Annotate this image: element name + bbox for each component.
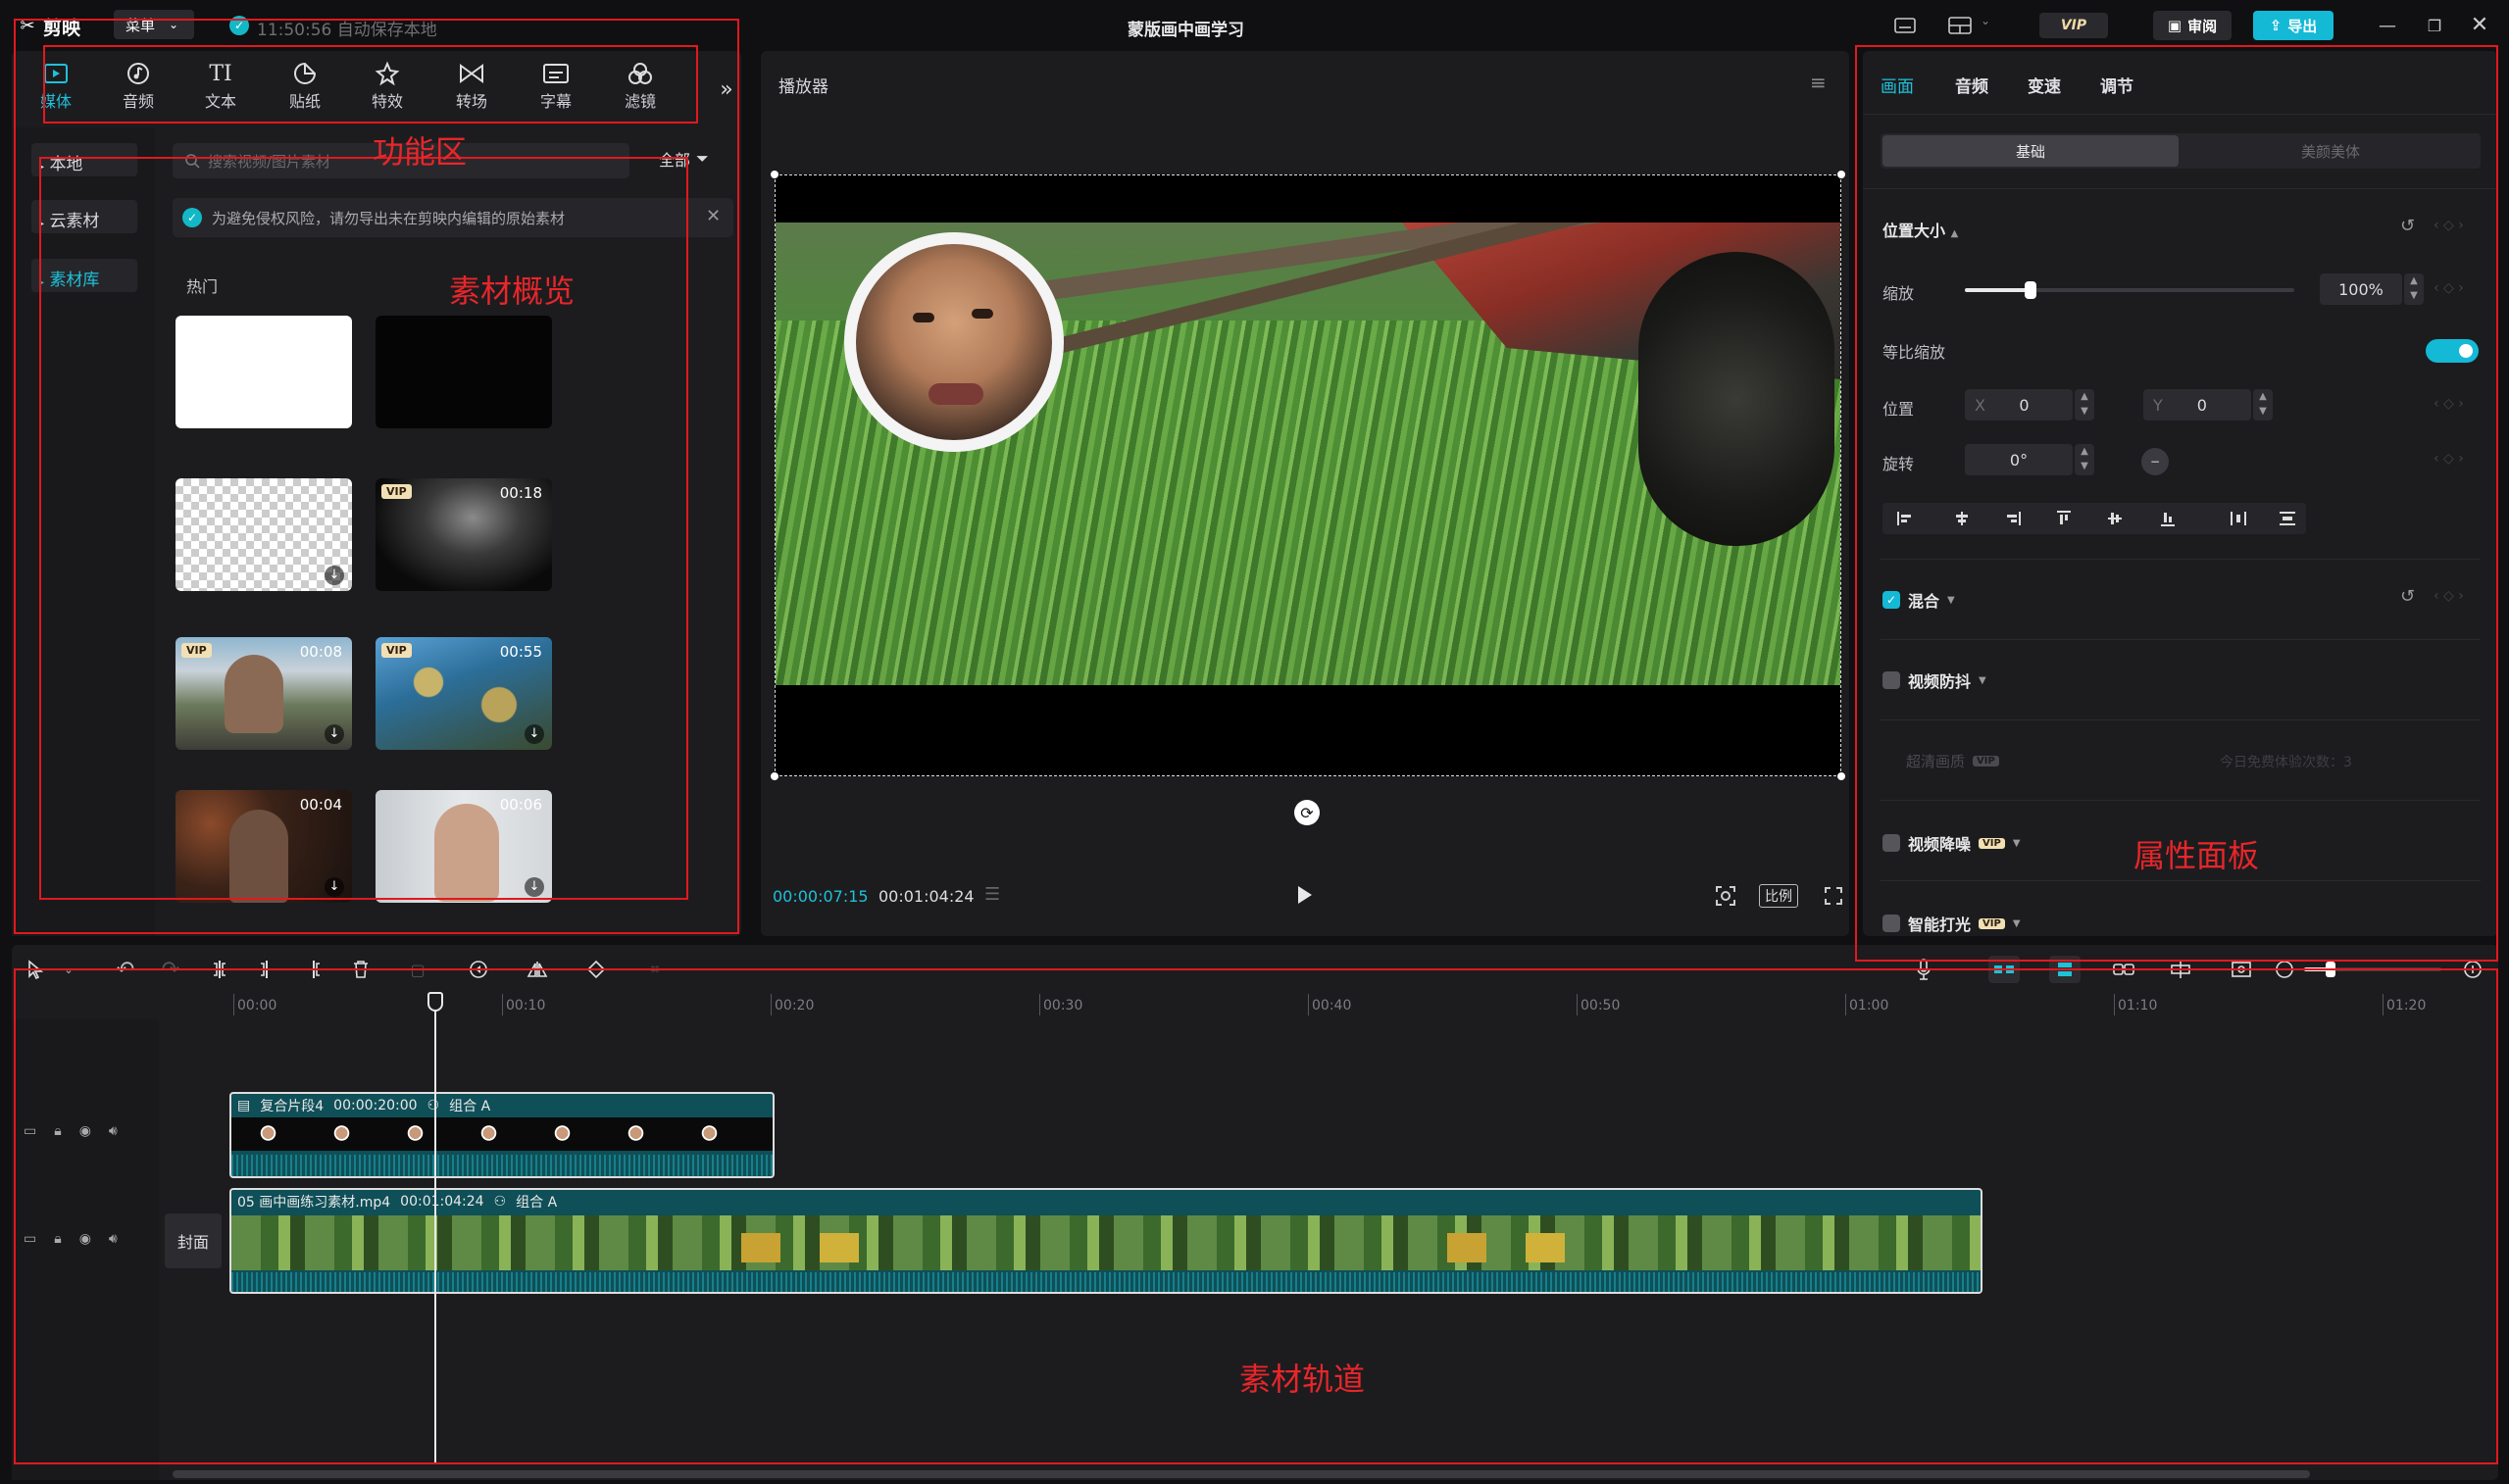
resize-handle[interactable] (1837, 772, 1845, 780)
face-eye (913, 313, 934, 322)
export-label: 导出 (2287, 17, 2318, 35)
fullscreen-icon[interactable] (1820, 882, 1847, 910)
vip-label: VIP (2060, 18, 2087, 33)
resize-handle[interactable] (1837, 171, 1845, 178)
annotation-box-overview (39, 157, 688, 900)
export-icon: ⇪ (2269, 17, 2283, 34)
ratio-button[interactable]: 比例 (1759, 884, 1798, 908)
player-title: 播放器 (778, 77, 828, 97)
timecode-menu-icon[interactable]: ☰ (984, 884, 1000, 905)
player-menu-icon[interactable]: ≡ (1810, 71, 1827, 94)
annotation-track: 素材轨道 (1239, 1360, 1366, 1398)
review-label: 审阅 (2187, 17, 2218, 35)
fit-screen-icon[interactable] (1712, 882, 1739, 910)
layout-chevron-icon[interactable]: ⌄ (1981, 14, 1990, 27)
annotation-box-props (1855, 45, 2498, 962)
total-time: 00:01:04:24 (878, 887, 975, 906)
harvester-wheel (1638, 252, 1834, 546)
video-frame (776, 223, 1840, 685)
restore-icon[interactable]: ❐ (2420, 14, 2449, 37)
annotation-overview: 素材概览 (449, 272, 576, 310)
close-icon[interactable]: ✕ (2465, 12, 2494, 37)
review-button[interactable]: ▣ 审阅 (2153, 11, 2232, 40)
keyboard-icon[interactable] (1892, 14, 1918, 37)
annotation-props: 属性面板 (2133, 837, 2260, 874)
current-time: 00:00:07:15 (773, 887, 869, 906)
ratio-label: 比例 (1765, 889, 1792, 905)
export-button[interactable]: ⇪ 导出 (2253, 11, 2333, 40)
resize-handle[interactable] (771, 171, 778, 178)
rotate-handle-icon[interactable]: ⟳ (1294, 800, 1320, 825)
project-title: 蒙版画中画学习 (1128, 21, 1244, 40)
pip-mask (844, 232, 1064, 452)
play-icon (1298, 886, 1312, 904)
minimize-icon[interactable]: — (2373, 14, 2402, 37)
play-button[interactable] (1296, 884, 1316, 908)
preview-canvas[interactable] (771, 171, 1845, 780)
layout-icon[interactable] (1945, 14, 1975, 37)
review-icon: ▣ (2167, 17, 2183, 34)
annotation-func: 功能区 (373, 133, 468, 171)
resize-handle[interactable] (771, 772, 778, 780)
face-eye (972, 309, 993, 319)
timeline-scrollbar[interactable] (173, 1470, 2310, 1478)
vip-button[interactable]: VIP (2039, 13, 2108, 38)
face-mouth (928, 383, 983, 405)
